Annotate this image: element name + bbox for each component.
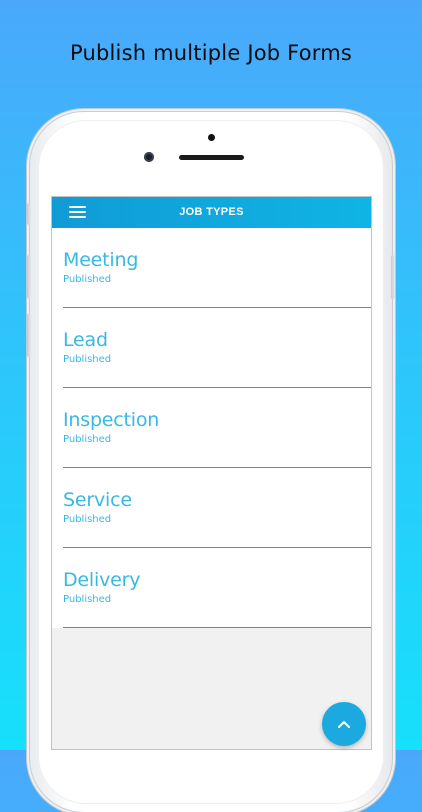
job-types-list: Meeting Published Lead Published Inspection P…	[52, 228, 371, 628]
list-item-service[interactable]: Service Published	[63, 468, 371, 548]
app-screen: JOB TYPES Meeting Published Lead Published I…	[51, 196, 372, 750]
earpiece-speaker	[179, 155, 244, 160]
job-type-title: Inspection	[63, 409, 160, 431]
job-type-status: Published	[63, 434, 112, 445]
page-title: JOB TYPES	[179, 206, 244, 218]
scroll-top-button[interactable]	[322, 702, 366, 746]
front-camera	[144, 152, 154, 162]
chevron-up-icon	[338, 721, 350, 728]
job-type-title: Meeting	[63, 249, 139, 271]
job-type-status: Published	[63, 594, 112, 605]
proximity-sensor	[208, 134, 215, 141]
list-item-inspection[interactable]: Inspection Published	[63, 388, 371, 468]
app-bar: JOB TYPES	[52, 197, 371, 228]
list-item-lead[interactable]: Lead Published	[63, 308, 371, 388]
volume-up-button	[27, 255, 31, 299]
list-item-delivery[interactable]: Delivery Published	[63, 548, 371, 628]
job-type-title: Lead	[63, 329, 108, 351]
volume-down-button	[27, 313, 31, 357]
job-type-status: Published	[63, 354, 112, 365]
job-type-title: Delivery	[63, 569, 141, 591]
power-button	[391, 255, 395, 299]
mute-switch	[27, 203, 31, 225]
job-type-title: Service	[63, 489, 132, 511]
job-type-status: Published	[63, 514, 112, 525]
job-type-status: Published	[63, 274, 112, 285]
promo-headline: Publish multiple Job Forms	[69, 41, 353, 65]
list-item-meeting[interactable]: Meeting Published	[63, 228, 371, 308]
